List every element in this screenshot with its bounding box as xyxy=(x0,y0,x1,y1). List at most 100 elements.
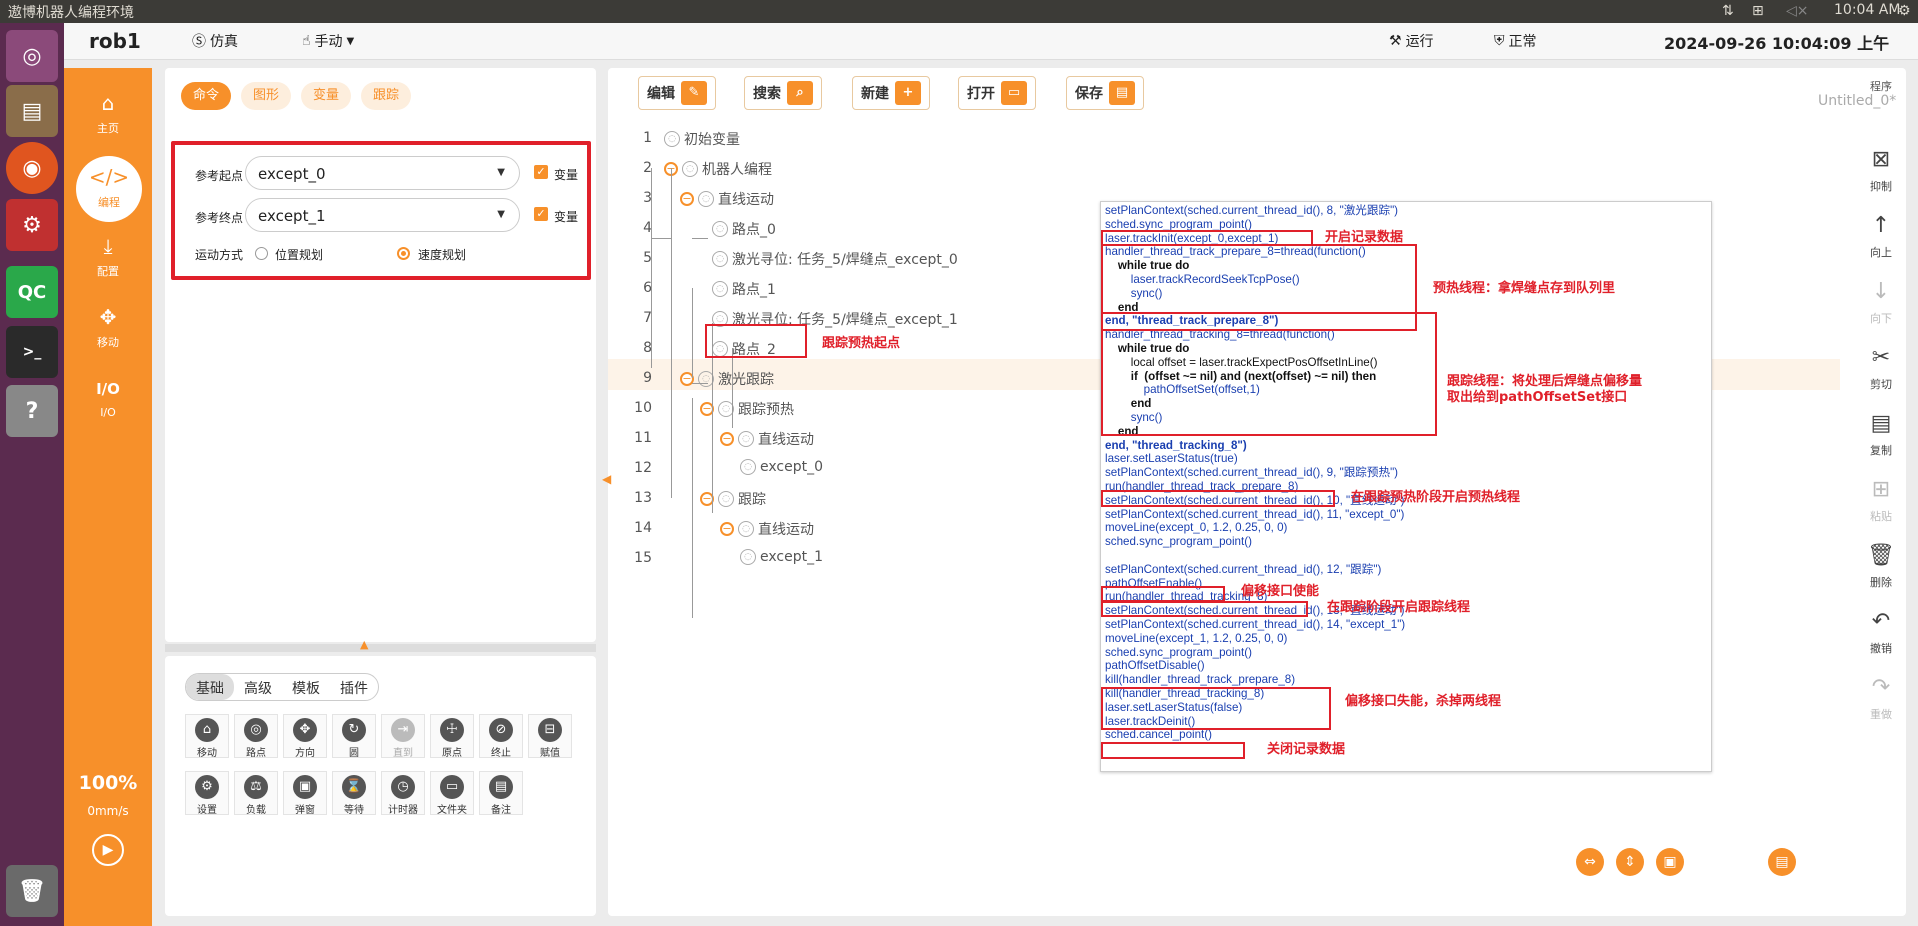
radio-speed[interactable] xyxy=(397,247,410,260)
tree-node[interactable]: ◌ 路点_1 xyxy=(712,279,776,299)
qc-app-icon[interactable]: QC xyxy=(6,266,58,318)
radio-position[interactable] xyxy=(255,247,268,260)
ubuntu-icon[interactable]: ◎ xyxy=(6,30,58,82)
nav-move[interactable]: ✥ 移动 xyxy=(64,304,152,350)
paste-button[interactable]: ⊞ 粘贴 xyxy=(1856,477,1906,524)
nav-program[interactable]: </> 编程 xyxy=(76,156,142,222)
collapse-icon[interactable]: − xyxy=(720,432,734,446)
tree-node[interactable]: − ◌ 激光跟踪 xyxy=(680,369,774,389)
files-icon[interactable]: ▤ xyxy=(6,85,58,137)
chevron-up-icon[interactable]: ▲ xyxy=(360,638,368,651)
tab-tracking[interactable]: 跟踪 xyxy=(361,82,412,110)
edit-button[interactable]: 编辑 ✎ xyxy=(638,76,716,110)
tab-graphics[interactable]: 图形 xyxy=(241,82,292,110)
end-select[interactable]: except_1 ▼ xyxy=(245,198,520,232)
nav-config[interactable]: ⤓ 配置 xyxy=(64,233,152,279)
tool-payload[interactable]: ⚖ 负载 xyxy=(234,771,278,816)
tool-folder[interactable]: ▭ 文件夹 xyxy=(430,771,474,816)
power-gear-icon[interactable]: ⚙ xyxy=(1898,3,1911,19)
export-icon[interactable]: ▤ xyxy=(1768,848,1796,876)
tree-node[interactable]: ◌ except_0 xyxy=(740,459,823,475)
line-number: 5 xyxy=(643,250,652,266)
line-number: 1 xyxy=(643,130,652,146)
nav-home[interactable]: ⌂ 主页 xyxy=(64,90,152,136)
tool-wait[interactable]: ⌛ 等待 xyxy=(332,771,376,816)
set-icon: ⚙ xyxy=(195,775,219,799)
suppress-button[interactable]: ⊠ 抑制 xyxy=(1856,147,1906,194)
tree-node[interactable]: − ◌ 跟踪 xyxy=(700,489,766,509)
tree-node[interactable]: − ◌ 跟踪预热 xyxy=(700,399,794,419)
tree-node[interactable]: − ◌ 直线运动 xyxy=(720,429,814,449)
new-button[interactable]: 新建 + xyxy=(852,76,930,110)
help-icon[interactable]: ? xyxy=(6,385,58,437)
mode-dropdown[interactable]: ☝ 手动 ▼ xyxy=(302,31,354,51)
line-number: 14 xyxy=(634,520,652,536)
tool-set[interactable]: ⚙ 设置 xyxy=(185,771,229,816)
fit-screen-icon[interactable]: ▣ xyxy=(1656,848,1684,876)
tree-node[interactable]: − ◌ 直线运动 xyxy=(680,189,774,209)
tab-command[interactable]: 命令 xyxy=(181,82,232,110)
tool-assign[interactable]: ⊟ 赋值 xyxy=(528,714,572,759)
start-select[interactable]: except_0 ▼ xyxy=(245,156,520,190)
up-button[interactable]: ↑ 向上 xyxy=(1856,213,1906,260)
tool-popup[interactable]: ▣ 弹窗 xyxy=(283,771,327,816)
clock[interactable]: 10:04 AM xyxy=(1834,2,1900,18)
tool-waypoint[interactable]: ◎ 路点 xyxy=(234,714,278,759)
collapse-icon[interactable]: − xyxy=(680,192,694,206)
open-button[interactable]: 打开 ▭ xyxy=(958,76,1036,110)
delete-button[interactable]: 🗑 删除 xyxy=(1856,543,1906,590)
palette-tab-advanced[interactable]: 高级 xyxy=(234,674,282,700)
tree-node[interactable]: ◌ except_1 xyxy=(740,549,823,565)
fit-horizontal-icon[interactable]: ⇔ xyxy=(1576,848,1604,876)
io-icon: I/O xyxy=(96,380,120,398)
end-var-checkbox[interactable]: ✓ xyxy=(534,207,548,221)
save-button[interactable]: 保存 ▤ xyxy=(1066,76,1144,110)
suppress-icon: ⊠ xyxy=(1871,147,1891,172)
node-label: 路点_0 xyxy=(732,222,776,238)
fit-vertical-icon[interactable]: ⇕ xyxy=(1616,848,1644,876)
paste-icon: ⊞ xyxy=(1871,477,1891,502)
tree-node[interactable]: ◌ 激光寻位: 任务_5/焊缝点_except_0 xyxy=(712,249,958,269)
tree-node[interactable]: −◌机器人编程 xyxy=(664,159,772,179)
palette-tab-basic[interactable]: 基础 xyxy=(186,674,234,700)
collapse-arrow-icon[interactable]: ◀ xyxy=(602,472,611,486)
trackdeinit-box xyxy=(1101,742,1245,759)
panel-splitter[interactable]: ▲ xyxy=(165,638,596,652)
search-button[interactable]: 搜索 ⌕ xyxy=(744,76,822,110)
volume-icon[interactable]: ◁× xyxy=(1786,3,1809,19)
redo-button[interactable]: ↷ 重做 xyxy=(1856,675,1906,722)
network-icon[interactable]: ⇅ xyxy=(1722,3,1734,19)
collapse-icon[interactable]: − xyxy=(720,522,734,536)
tool-note[interactable]: ▤ 备注 xyxy=(479,771,523,816)
start-var-checkbox[interactable]: ✓ xyxy=(534,165,548,179)
firefox-icon[interactable]: ◉ xyxy=(6,142,58,194)
tool-direction[interactable]: ✥ 方向 xyxy=(283,714,327,759)
tool-move[interactable]: ⌂ 移动 xyxy=(185,714,229,759)
node-icon: ◌ xyxy=(738,521,754,537)
copy-button[interactable]: ▤ 复制 xyxy=(1856,411,1906,458)
cut-button[interactable]: ✂ 剪切 xyxy=(1856,345,1906,392)
tool-stop[interactable]: ⊘ 终止 xyxy=(479,714,523,759)
tree-node[interactable]: ◌ 初始变量 xyxy=(664,129,740,149)
waypoint2-highlight-box xyxy=(705,324,807,358)
tool-origin[interactable]: ☩ 原点 xyxy=(430,714,474,759)
settings-app-icon[interactable]: ⚙ xyxy=(6,199,58,251)
speed-percent[interactable]: 100% xyxy=(64,772,152,794)
palette-tab-plugin[interactable]: 插件 xyxy=(330,674,378,700)
nav-io[interactable]: I/O I/O xyxy=(64,376,152,419)
play-icon[interactable]: ▶ xyxy=(92,834,124,866)
tool-circle[interactable]: ↻ 圆 xyxy=(332,714,376,759)
trash-icon[interactable]: 🗑 xyxy=(6,865,58,917)
tool-until[interactable]: ⇥ 直到 xyxy=(381,714,425,759)
terminal-icon[interactable]: >_ xyxy=(6,326,58,378)
palette-tabs: 基础 高级 模板 插件 xyxy=(185,673,379,701)
tab-variables[interactable]: 变量 xyxy=(301,82,352,110)
tree-node[interactable]: − ◌ 直线运动 xyxy=(720,519,814,539)
tree-node[interactable]: ◌ 路点_0 xyxy=(712,219,776,239)
down-button[interactable]: ↓ 向下 xyxy=(1856,279,1906,326)
palette-tab-template[interactable]: 模板 xyxy=(282,674,330,700)
sim-toggle[interactable]: Ⓢ 仿真 xyxy=(192,31,238,51)
undo-button[interactable]: ↶ 撤销 xyxy=(1856,609,1906,656)
tool-timer[interactable]: ◷ 计时器 xyxy=(381,771,425,816)
keyboard-icon[interactable]: ⊞ xyxy=(1752,3,1764,19)
